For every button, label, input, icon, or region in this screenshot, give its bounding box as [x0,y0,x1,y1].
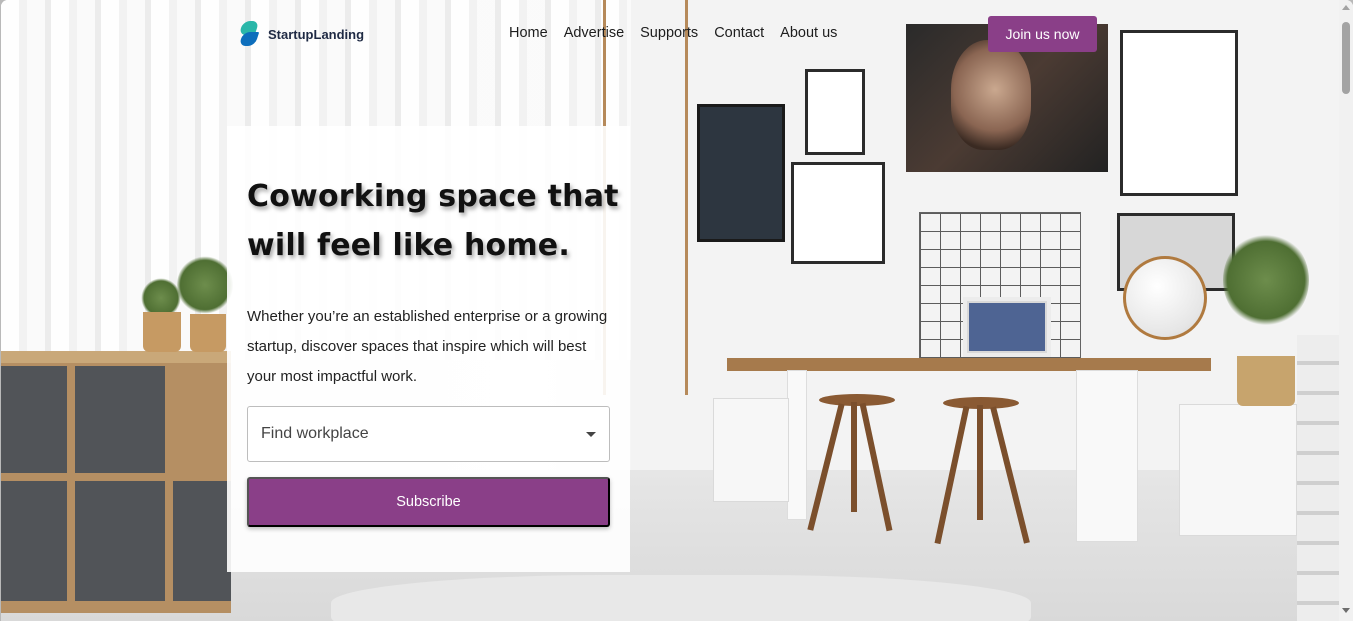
nav-link-home[interactable]: Home [509,25,548,41]
browser-viewport: StartupLanding Home Advertise Supports C… [1,0,1353,621]
find-workplace-select[interactable]: Find workplace [247,406,610,462]
poster-frame [697,104,785,242]
fern-frame [805,69,865,155]
laptop-screen [969,303,1045,351]
scroll-up-arrow-icon[interactable] [1342,5,1350,10]
plant-pot [143,312,181,352]
vertical-scrollbar[interactable] [1339,0,1353,621]
join-us-button[interactable]: Join us now [988,16,1097,52]
basket-pot [1237,356,1295,406]
nav-link-about-us[interactable]: About us [780,25,837,41]
nav-link-advertise[interactable]: Advertise [564,25,624,41]
rug [331,575,1031,621]
watercolor-frame [791,162,885,264]
cabinet [1,363,231,613]
select-value: Find workplace [261,425,369,442]
cabinet-top [1,351,231,363]
hero-description: Whether you’re an established enterprise… [247,308,608,385]
wooden-crate [1297,335,1339,621]
hero-headline: Coworking space that will feel like home… [247,179,619,263]
startup-logo-icon [238,21,260,47]
nav-links: Home Advertise Supports Contact About us [509,25,853,41]
brand-name: StartupLanding [268,26,365,42]
scrollbar-thumb[interactable] [1342,22,1350,94]
scroll-down-arrow-icon[interactable] [1342,608,1350,613]
hero-background-photo [1,0,1339,621]
top-navbar: StartupLanding Home Advertise Supports C… [1,0,1339,68]
drawer-unit [713,398,789,502]
nav-link-supports[interactable]: Supports [640,25,698,41]
plant-pot [190,314,226,352]
subscribe-button[interactable]: Subscribe [247,477,610,527]
drawer-unit [1179,404,1297,536]
brand-link[interactable]: StartupLanding [238,21,365,47]
hero-card: Coworking space that will feel like home… [227,126,630,572]
nav-link-contact[interactable]: Contact [714,25,764,41]
caret-down-icon [586,432,596,437]
tree-plant [1223,232,1309,328]
plant-leaves [177,255,233,315]
globe [1123,256,1207,340]
